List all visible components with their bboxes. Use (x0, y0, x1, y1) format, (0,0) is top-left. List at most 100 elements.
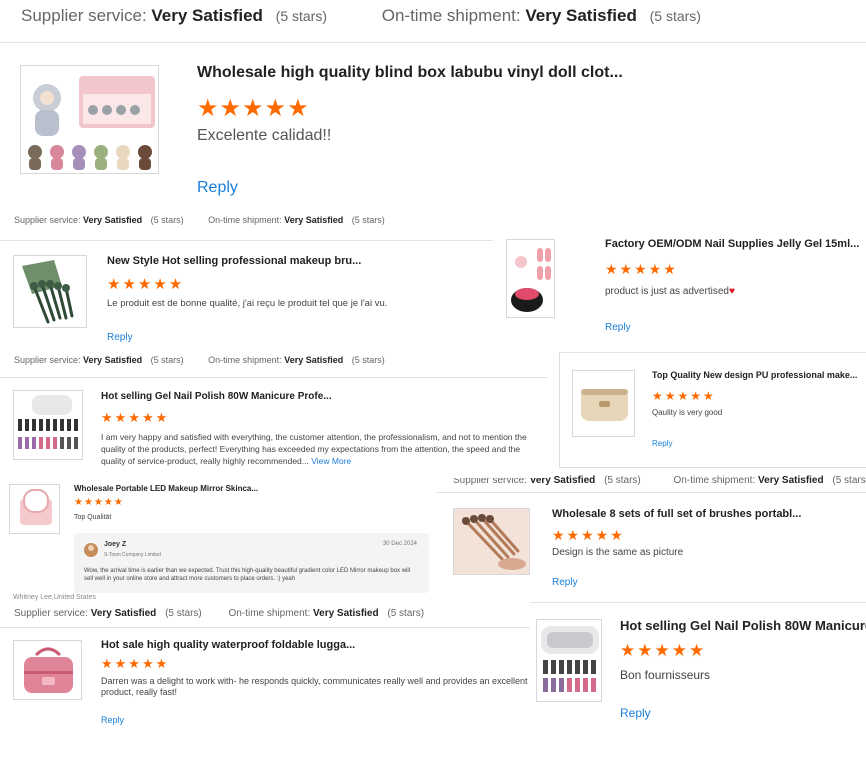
makeup-bag-image (581, 389, 628, 421)
supplier-service-label: Supplier service: (14, 355, 81, 365)
review-text: I am very happy and satisfied with every… (101, 431, 543, 467)
supplier-service-value: Very Satisfied (83, 355, 143, 365)
rating-stars: ★★★★★ (605, 261, 678, 277)
product-thumbnail[interactable] (20, 65, 159, 174)
reply-link[interactable]: Reply (620, 706, 651, 720)
review-card-brushes-portable: Supplier service: Very Satisfied (5 star… (437, 470, 866, 602)
rating-stars: ★★★★★ (197, 95, 310, 122)
rating-stars: ★★★★★ (101, 656, 170, 671)
review-text: Darren was a delight to work with- he re… (101, 676, 528, 697)
rating-summary: Supplier service: Very Satisfied (5 star… (14, 355, 385, 365)
divider (0, 42, 866, 43)
labubu-doll-image (28, 76, 155, 170)
product-thumbnail[interactable] (536, 619, 602, 702)
review-card-led-mirror: Wholesale Portable LED Makeup Mirror Ski… (0, 478, 437, 595)
product-title[interactable]: Wholesale 8 sets of full set of brushes … (552, 508, 801, 520)
reply-link[interactable]: Reply (652, 439, 672, 448)
review-text: Bon fournisseurs (620, 668, 711, 682)
on-time-shipment-label: On-time shipment: (228, 608, 311, 619)
brush-set-image (454, 509, 529, 574)
review-card-jelly-gel: Factory OEM/ODM Nail Supplies Jelly Gel … (493, 222, 866, 352)
review-text: Excelente calidad!! (197, 127, 332, 144)
rating-summary: Supplier service: Very Satisfied (5 star… (14, 215, 385, 225)
supplier-service-value: Very Satisfied (83, 215, 143, 225)
supplier-service-stars: (5 stars) (604, 475, 641, 486)
mirror-image (20, 489, 52, 525)
on-time-shipment-label: On-time shipment: (208, 355, 282, 365)
product-title[interactable]: Wholesale Portable LED Makeup Mirror Ski… (74, 484, 258, 493)
review-text: Le produit est de bonne qualité, j'ai re… (107, 298, 388, 309)
review-card-luggage: Supplier service: Very Satisfied (5 star… (0, 595, 530, 757)
rating-stars: ★★★★★ (74, 497, 124, 508)
nail-lamp-kit-image (541, 626, 599, 692)
supplier-service-stars: (5 stars) (150, 215, 184, 225)
on-time-shipment-label: On-time shipment: (673, 475, 756, 486)
product-title[interactable]: New Style Hot selling professional makeu… (107, 255, 361, 267)
review-card-makeup-brushes: Supplier service: Very Satisfied (5 star… (0, 208, 493, 352)
reviewer-location: Whitney Lee,United States (13, 594, 96, 601)
supplier-service-stars: (5 stars) (150, 355, 184, 365)
product-thumbnail[interactable] (13, 255, 87, 328)
rating-stars: ★★★★★ (652, 389, 716, 403)
product-title[interactable]: Top Quality New design PU professional m… (652, 370, 857, 380)
review-text: Qaulity is very good (652, 408, 723, 417)
on-time-shipment-value: Very Satisfied (525, 6, 637, 25)
reply-link[interactable]: Reply (107, 332, 133, 343)
heart-icon: ♥ (728, 286, 735, 297)
rating-stars: ★★★★★ (101, 410, 170, 425)
divider (437, 492, 866, 493)
reply-link[interactable]: Reply (552, 577, 578, 588)
on-time-shipment-value: Very Satisfied (284, 355, 344, 365)
rating-stars: ★★★★★ (620, 641, 707, 660)
product-title[interactable]: Factory OEM/ODM Nail Supplies Jelly Gel … (605, 238, 859, 250)
seller-name: Joey Z (104, 541, 127, 548)
divider (0, 627, 530, 628)
product-title[interactable]: Hot selling Gel Nail Polish 80W Manicure… (620, 618, 866, 633)
product-thumbnail[interactable] (13, 390, 83, 460)
product-thumbnail[interactable] (572, 370, 635, 437)
rating-stars: ★★★★★ (552, 527, 625, 543)
on-time-shipment-value: Very Satisfied (758, 475, 824, 486)
review-card-labubu: Supplier service: Very Satisfied (5 star… (0, 0, 866, 208)
divider (0, 240, 493, 241)
supplier-service-stars: (5 stars) (275, 8, 327, 24)
seller-reply-box: Joey Z S-Town Company Limited 30 Dec 202… (74, 533, 429, 593)
product-thumbnail[interactable] (506, 239, 555, 318)
product-title[interactable]: Wholesale high quality blind box labubu … (197, 64, 623, 82)
rating-summary: Supplier service: Very Satisfied (5 star… (14, 608, 424, 619)
reply-date: 30 Dec 2024 (382, 541, 417, 547)
seller-reply-text: Wow, the arrival time is earlier than we… (84, 568, 411, 582)
review-card-pu-bag: Top Quality New design PU professional m… (559, 352, 866, 468)
supplier-service-label: Supplier service: (21, 6, 147, 25)
on-time-shipment-stars: (5 stars) (351, 215, 385, 225)
divider (0, 377, 548, 378)
product-thumbnail[interactable] (9, 484, 60, 534)
view-more-link[interactable]: View More (311, 456, 351, 466)
reply-link[interactable]: Reply (605, 322, 631, 333)
supplier-service-stars: (5 stars) (165, 608, 202, 619)
brush-set-image (22, 260, 74, 324)
on-time-shipment-value: Very Satisfied (313, 608, 379, 619)
nail-lamp-kit-image (18, 395, 78, 449)
rating-summary: Supplier service: Very Satisfied (5 star… (21, 6, 701, 26)
avatar (84, 543, 98, 557)
on-time-shipment-stars: (5 stars) (351, 355, 385, 365)
reply-link[interactable]: Reply (197, 179, 238, 197)
on-time-shipment-value: Very Satisfied (284, 215, 344, 225)
product-title[interactable]: Hot selling Gel Nail Polish 80W Manicure… (101, 391, 332, 402)
review-text: product is just as advertised♥ (605, 286, 735, 297)
divider (560, 352, 866, 353)
seller-company: S-Town Company Limited (104, 552, 161, 558)
on-time-shipment-label: On-time shipment: (381, 6, 521, 25)
review-card-nail-polish-1: Supplier service: Very Satisfied (5 star… (0, 352, 548, 478)
supplier-service-label: Supplier service: (14, 608, 88, 619)
divider (530, 602, 866, 603)
jelly-gel-image (511, 248, 551, 312)
supplier-service-label: Supplier service: (14, 215, 81, 225)
review-text: Top Qualität (74, 514, 112, 521)
reply-link[interactable]: Reply (101, 715, 124, 725)
rating-stars: ★★★★★ (107, 276, 185, 293)
product-thumbnail[interactable] (453, 508, 530, 575)
product-title[interactable]: Hot sale high quality waterproof foldabl… (101, 639, 355, 651)
product-thumbnail[interactable] (13, 640, 82, 700)
